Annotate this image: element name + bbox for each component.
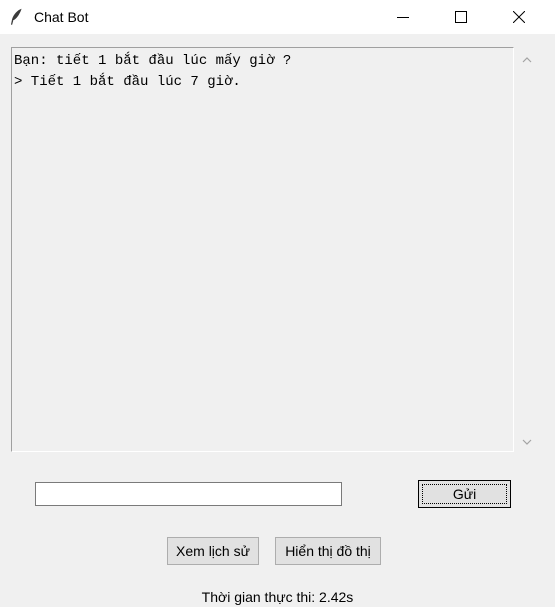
chat-history-box[interactable]: Bạn: tiết 1 bắt đầu lúc mấy giờ ? > Tiết… — [11, 47, 514, 452]
maximize-button[interactable] — [438, 0, 484, 34]
focus-indicator — [422, 484, 507, 504]
title-bar: Chat Bot — [0, 0, 555, 34]
scroll-up-icon[interactable] — [522, 57, 532, 63]
send-button[interactable]: Gửi — [418, 480, 511, 508]
view-history-button[interactable]: Xem lịch sử — [167, 537, 259, 565]
window-title: Chat Bot — [34, 9, 89, 25]
show-chart-button[interactable]: Hiển thị đồ thị — [275, 537, 381, 565]
message-input[interactable] — [35, 482, 342, 506]
feather-icon — [9, 8, 23, 26]
chat-scrollbar[interactable] — [516, 47, 538, 452]
close-icon — [513, 11, 525, 23]
scroll-down-icon[interactable] — [522, 439, 532, 445]
minimize-icon — [397, 17, 409, 18]
chat-message-user: Bạn: tiết 1 bắt đầu lúc mấy giờ ? — [14, 53, 292, 69]
minimize-button[interactable] — [380, 0, 426, 34]
execution-time-label: Thời gian thực thi: 2.42s — [201, 589, 354, 605]
chat-message-bot: > Tiết 1 bắt đầu lúc 7 giờ. — [14, 74, 241, 90]
maximize-icon — [455, 11, 467, 23]
close-button[interactable] — [496, 0, 542, 34]
